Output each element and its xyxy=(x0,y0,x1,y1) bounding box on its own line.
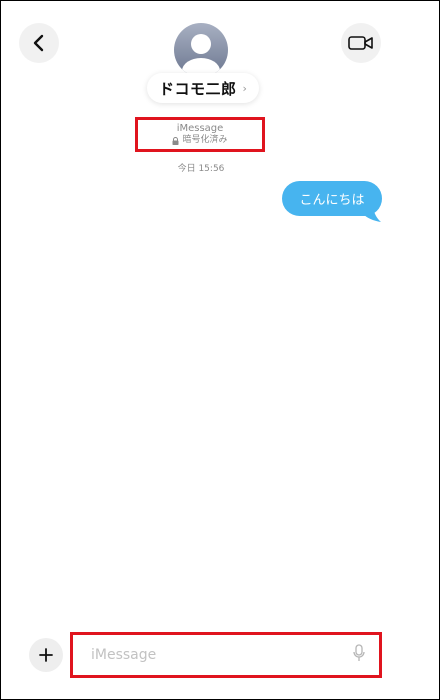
facetime-video-button[interactable] xyxy=(341,23,381,63)
service-label: iMessage xyxy=(176,123,224,134)
video-camera-icon xyxy=(348,36,373,50)
contact-avatar[interactable] xyxy=(174,23,228,77)
messages-screen: ドコモ二郎 › iMessage 暗号化済み 今日 15:56 こんにちは xyxy=(0,0,440,700)
person-silhouette-icon xyxy=(182,34,220,77)
contact-name: ドコモ二郎 xyxy=(159,79,237,98)
dictation-button[interactable] xyxy=(353,644,365,666)
lock-icon xyxy=(172,136,179,145)
message-input-highlight xyxy=(70,632,382,678)
plus-icon xyxy=(39,648,53,662)
add-attachment-button[interactable] xyxy=(29,638,63,672)
contact-name-button[interactable]: ドコモ二郎 › xyxy=(147,73,259,103)
microphone-icon xyxy=(353,644,365,661)
conversation-info-highlight: iMessage 暗号化済み xyxy=(135,117,265,152)
encryption-label: 暗号化済み xyxy=(182,135,228,145)
message-timestamp: 今日 15:56 xyxy=(177,164,225,174)
encryption-status: 暗号化済み xyxy=(172,135,228,146)
back-button[interactable] xyxy=(19,23,59,63)
back-chevron-icon xyxy=(33,34,44,52)
chevron-right-icon: › xyxy=(242,81,247,95)
message-bubble-outgoing[interactable]: こんにちは xyxy=(282,181,382,216)
message-input[interactable] xyxy=(89,646,313,664)
